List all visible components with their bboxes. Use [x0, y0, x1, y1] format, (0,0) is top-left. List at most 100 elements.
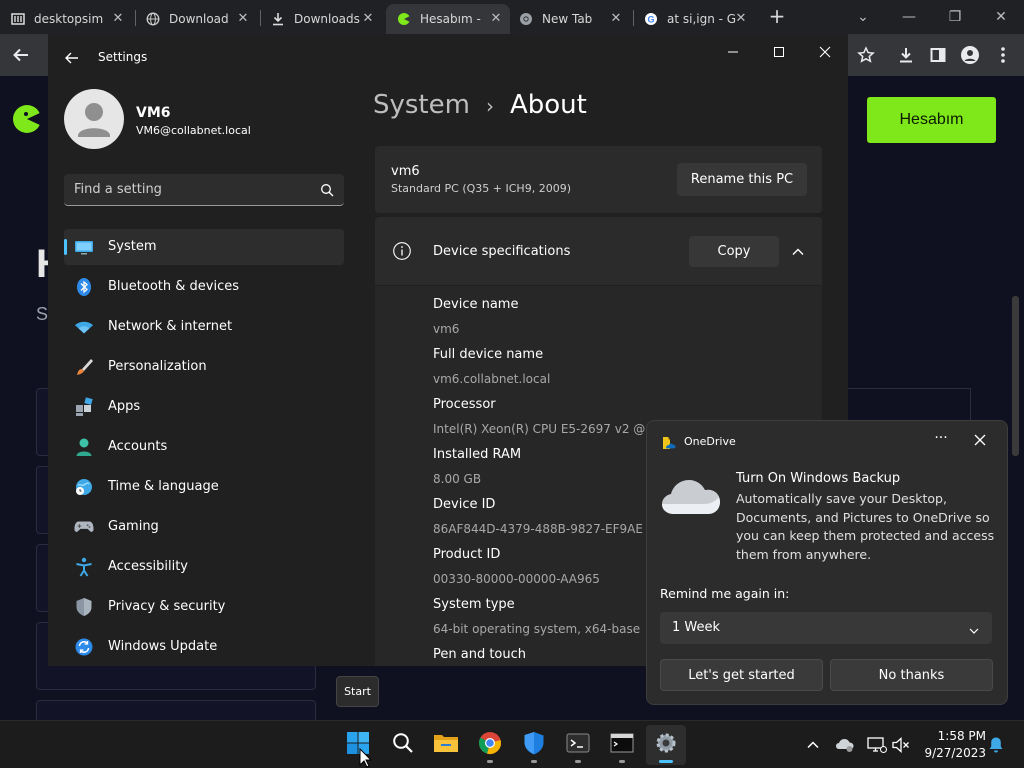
google-icon: G	[643, 11, 659, 27]
sidebar-item-privacy[interactable]: Privacy & security	[64, 589, 344, 625]
close-icon[interactable]: ✕	[978, 0, 1024, 34]
page-title: About	[509, 90, 587, 120]
browser-tab[interactable]: New Tab ✕	[518, 4, 630, 34]
sidebar-item-time-language[interactable]: Time & language	[64, 469, 344, 505]
sidebar-item-label: Apps	[108, 399, 141, 414]
start-button[interactable]	[338, 725, 378, 765]
device-specifications-header[interactable]: Device specifications Copy	[375, 217, 822, 285]
cmd-button[interactable]	[602, 725, 642, 765]
clock-time[interactable]: 1:58 PM	[924, 729, 986, 743]
sidebar-item-system[interactable]: System	[64, 229, 344, 265]
new-tab-button[interactable]: +	[766, 6, 788, 28]
sidebar-item-label: Personalization	[108, 359, 207, 374]
close-tab-icon[interactable]: ✕	[110, 11, 126, 27]
chevron-down-icon	[968, 622, 980, 634]
spec-label: Pen and touch	[433, 647, 527, 662]
search-input[interactable]	[74, 174, 304, 204]
sidebar-item-accounts[interactable]: Accounts	[64, 429, 344, 465]
sidebar-item-personalization[interactable]: Personalization	[64, 349, 344, 385]
tab-search-icon[interactable]: ⌄	[840, 0, 886, 34]
sidebar-item-windows-update[interactable]: Windows Update	[64, 629, 344, 665]
search-box[interactable]	[64, 174, 344, 206]
chevron-up-icon[interactable]	[791, 244, 805, 258]
person-icon	[74, 437, 94, 457]
search-icon[interactable]	[320, 182, 334, 197]
avatar[interactable]	[64, 89, 124, 149]
spec-label: Processor	[433, 397, 496, 412]
spec-value: vm6.collabnet.local	[433, 372, 551, 386]
sidebar-item-bluetooth[interactable]: Bluetooth & devices	[64, 269, 344, 305]
svg-text:G: G	[647, 15, 654, 25]
bookmark-star-icon[interactable]	[853, 42, 879, 68]
file-explorer-button[interactable]	[426, 725, 466, 765]
sidebar-item-label: Accounts	[108, 439, 168, 454]
volume-muted-icon[interactable]	[891, 735, 911, 755]
cmd-icon	[610, 733, 634, 757]
sidebar-item-apps[interactable]: Apps	[64, 389, 344, 425]
tab-separator	[260, 10, 261, 26]
gamepad-icon	[74, 517, 94, 537]
minimize-icon[interactable]: —	[886, 0, 932, 34]
browser-tab-strip: desktopsim ✕ Download ✕ Downloads ✕ Hesa…	[0, 0, 1024, 34]
sidebar-item-network[interactable]: Network & internet	[64, 309, 344, 345]
running-indicator	[487, 760, 493, 763]
downloads-icon[interactable]	[893, 42, 919, 68]
close-icon[interactable]	[971, 431, 989, 449]
user-email: VM6@collabnet.local	[136, 124, 251, 137]
spec-label: Installed RAM	[433, 447, 522, 462]
close-tab-icon[interactable]: ✕	[360, 11, 376, 27]
chevron-up-icon[interactable]	[803, 735, 823, 755]
shield-icon	[74, 597, 94, 617]
browser-tab-active[interactable]: Hesabım - ✕	[386, 4, 510, 34]
search-button[interactable]	[383, 725, 423, 765]
clock-date[interactable]: 9/27/2023	[916, 746, 986, 760]
sidebar-item-gaming[interactable]: Gaming	[64, 509, 344, 545]
close-tab-icon[interactable]: ✕	[488, 11, 504, 27]
close-tab-icon[interactable]: ✕	[733, 11, 749, 27]
shield-icon	[523, 731, 545, 759]
notification-bell-icon[interactable]	[986, 735, 1006, 755]
sidebar-item-accessibility[interactable]: Accessibility	[64, 549, 344, 585]
update-icon	[74, 637, 94, 657]
no-thanks-button[interactable]: No thanks	[830, 659, 993, 691]
chrome-button[interactable]	[470, 725, 510, 765]
wifi-icon	[74, 317, 94, 337]
spec-label: Device name	[433, 297, 519, 312]
tab-title: Download	[169, 12, 229, 26]
close-tab-icon[interactable]: ✕	[235, 11, 251, 27]
restore-icon[interactable]: ❐	[932, 0, 978, 34]
browser-tab[interactable]: Download ✕	[145, 4, 257, 34]
minimize-icon[interactable]	[718, 40, 748, 64]
chrome-icon	[478, 731, 502, 759]
network-icon[interactable]	[867, 735, 887, 755]
chrome-icon	[518, 11, 534, 27]
breadcrumb: System › About	[373, 90, 587, 120]
profile-icon[interactable]	[957, 42, 983, 68]
onedrive-tray-icon[interactable]	[835, 735, 855, 755]
more-options-icon[interactable]: ···	[930, 429, 952, 451]
back-arrow-icon[interactable]	[62, 48, 82, 68]
settings-button[interactable]	[646, 725, 686, 765]
sidebar-item-label: Time & language	[108, 479, 219, 494]
breadcrumb-parent[interactable]: System	[373, 90, 470, 120]
site-logo-icon[interactable]	[12, 104, 42, 138]
page-scrollbar[interactable]	[1012, 296, 1019, 456]
browser-tab[interactable]: G at si,ign - G ✕	[643, 4, 755, 34]
browser-tab[interactable]: desktopsim ✕	[10, 4, 132, 34]
get-started-button[interactable]: Let's get started	[660, 659, 823, 691]
rename-pc-button[interactable]: Rename this PC	[677, 163, 807, 196]
defender-button[interactable]	[514, 725, 554, 765]
copy-button[interactable]: Copy	[689, 236, 779, 267]
browser-menu-icon[interactable]	[990, 42, 1016, 68]
breadcrumb-separator: ›	[485, 94, 494, 118]
back-arrow-icon[interactable]	[8, 42, 34, 68]
close-icon[interactable]	[810, 40, 840, 64]
notification-body: Automatically save your Desktop, Documen…	[736, 491, 995, 562]
browser-tab[interactable]: Downloads ✕	[270, 4, 382, 34]
remind-dropdown[interactable]: 1 Week	[660, 612, 992, 644]
terminal-button[interactable]	[558, 725, 598, 765]
maximize-icon[interactable]	[764, 40, 794, 64]
account-button[interactable]: Hesabım	[867, 97, 996, 143]
side-panel-icon[interactable]	[925, 42, 951, 68]
close-tab-icon[interactable]: ✕	[608, 11, 624, 27]
